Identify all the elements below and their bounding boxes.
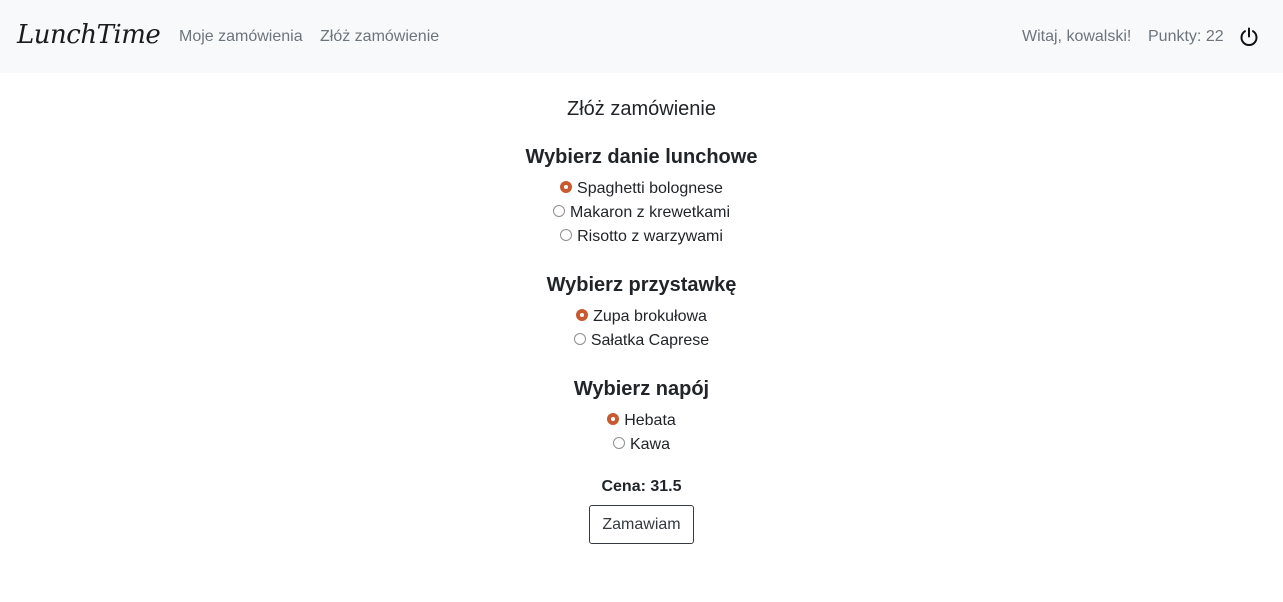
option-label: Makaron z krewetkami: [569, 204, 731, 221]
radio-lunch-risotto[interactable]: [560, 229, 573, 241]
user-greeting: Witaj, kowalski!: [1022, 28, 1132, 45]
drink-option[interactable]: Hebata: [0, 411, 1283, 433]
points-display: Punkty: 22: [1148, 27, 1224, 47]
option-label: Sałatka Caprese: [590, 332, 710, 349]
lunch-option[interactable]: Makaron z krewetkami: [0, 203, 1283, 225]
option-label: Spaghetti bolognese: [577, 180, 723, 197]
drink-section-heading: Wybierz napój: [573, 378, 710, 400]
radio-starter-zupa[interactable]: [576, 309, 589, 321]
starter-section-heading: Wybierz przystawkę: [546, 274, 737, 296]
submit-wrap: Zamawiam: [0, 505, 1283, 544]
navbar: LunchTime Moje zamówienia Złóż zamówieni…: [0, 0, 1283, 73]
radio-lunch-spaghetti[interactable]: [560, 181, 573, 193]
price-display: Cena: 31.5: [0, 477, 1283, 497]
points-value: 22: [1205, 28, 1224, 45]
option-label: Zupa brokułowa: [593, 308, 707, 325]
drink-option[interactable]: Kawa: [0, 435, 1283, 457]
radio-lunch-makaron[interactable]: [552, 205, 565, 217]
brand-logo[interactable]: LunchTime: [17, 18, 161, 52]
power-icon[interactable]: [1238, 26, 1260, 48]
radio-drink-hebata[interactable]: [607, 413, 620, 425]
option-label: Kawa: [629, 436, 671, 453]
lunch-option[interactable]: Spaghetti bolognese: [0, 179, 1283, 201]
starter-option[interactable]: Zupa brokułowa: [0, 307, 1283, 329]
option-label: Risotto z warzywami: [577, 228, 723, 245]
radio-drink-kawa[interactable]: [612, 437, 625, 449]
starter-option[interactable]: Sałatka Caprese: [0, 331, 1283, 353]
lunch-section-heading: Wybierz danie lunchowe: [525, 146, 758, 168]
radio-starter-salatka[interactable]: [573, 333, 586, 345]
points-label: Punkty:: [1148, 28, 1202, 45]
price-value: 31.5: [650, 478, 682, 495]
page-title: Złóż zamówienie: [567, 98, 716, 120]
nav-link-place-order[interactable]: Złóż zamówienie: [320, 27, 439, 47]
price-label: Cena:: [601, 478, 646, 495]
lunch-option[interactable]: Risotto z warzywami: [0, 227, 1283, 249]
option-label: Hebata: [624, 412, 676, 429]
order-submit-button[interactable]: Zamawiam: [589, 505, 694, 544]
nav-link-my-orders[interactable]: Moje zamówienia: [179, 27, 303, 47]
